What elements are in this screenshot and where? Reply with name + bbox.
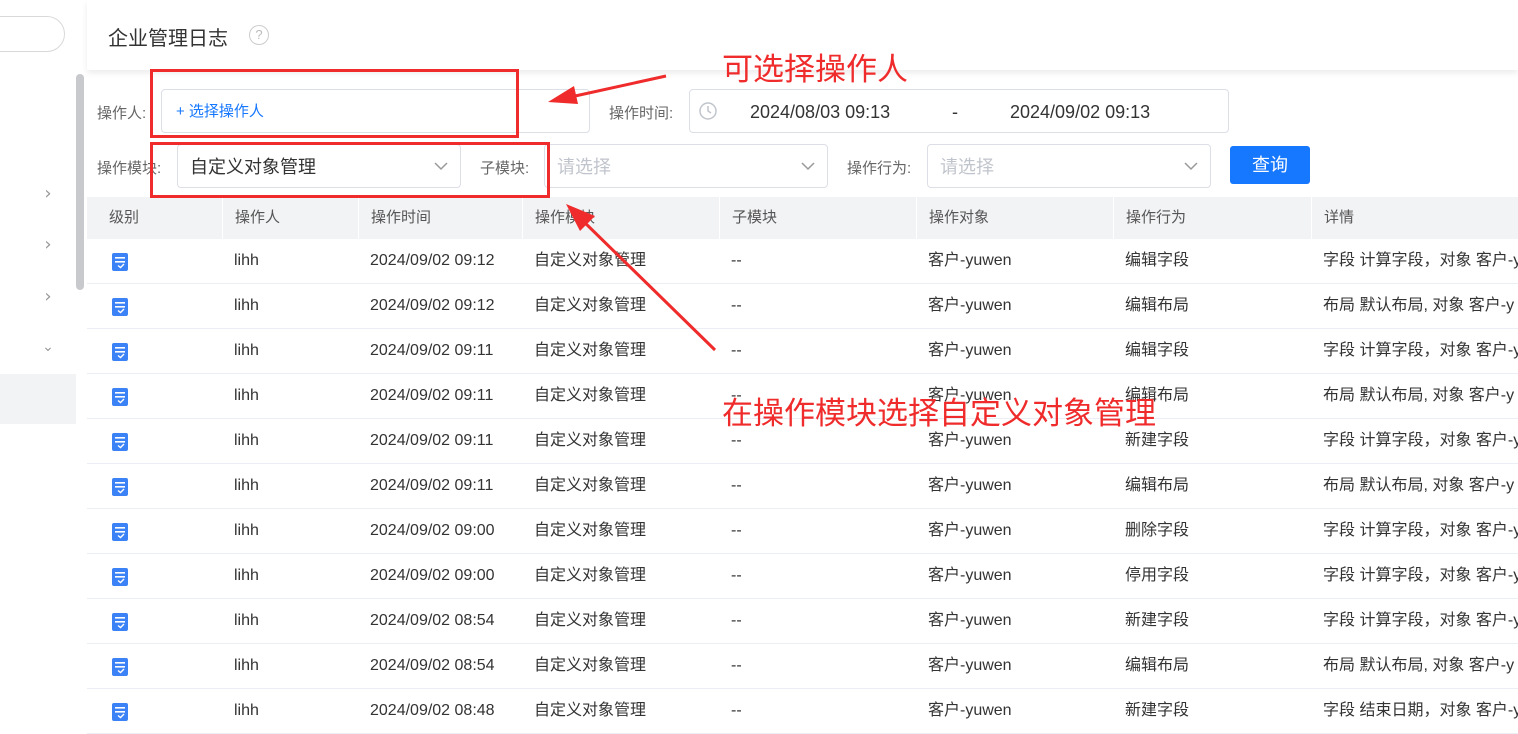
annotation-arrows bbox=[548, 74, 717, 352]
annotation-arrow-module bbox=[566, 204, 717, 352]
annotation-arrow-operator bbox=[548, 74, 667, 104]
